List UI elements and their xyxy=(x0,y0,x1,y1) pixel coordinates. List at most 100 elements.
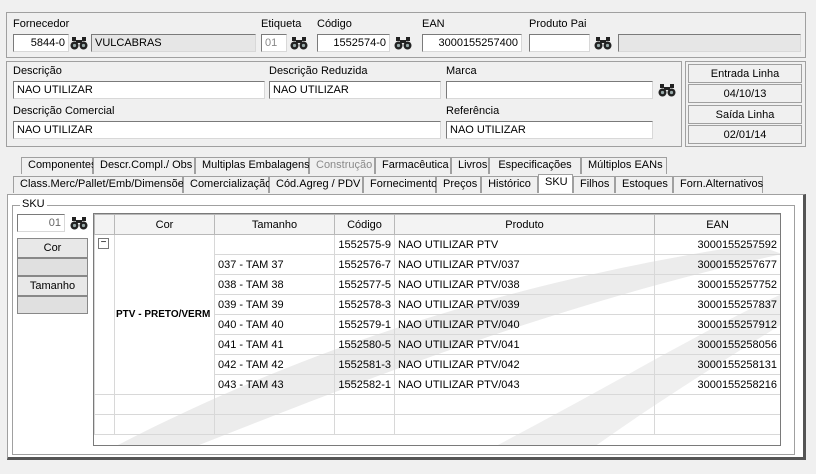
tab-upper-1[interactable]: Descr.Compl./ Obs xyxy=(93,157,195,174)
cell-ean: 3000155258216 xyxy=(654,374,780,395)
tab-upper-2[interactable]: Multiplas Embalagens xyxy=(195,157,310,174)
cell-codigo: 1552582-1 xyxy=(334,374,395,395)
tamanho-button[interactable]: Tamanho xyxy=(17,276,88,296)
col-header-tamanho[interactable]: Tamanho xyxy=(214,214,335,235)
referencia-field[interactable]: NAO UTILIZAR xyxy=(446,121,653,139)
expand-cell: − xyxy=(94,234,115,255)
empty-cell xyxy=(114,394,215,415)
fornecedor-code-field[interactable]: 5844-0 xyxy=(13,34,69,52)
empty-cell xyxy=(654,414,780,435)
binoculars-icon[interactable] xyxy=(70,215,88,231)
cell-codigo: 1552580-5 xyxy=(334,334,395,355)
produto-pai-label: Produto Pai xyxy=(529,18,587,30)
cell-ean: 3000155257752 xyxy=(654,274,780,295)
fornecedor-label: Fornecedor xyxy=(13,18,70,30)
table-row[interactable]: − PTV - PRETO/VERM 1552575-9 NAO UTILIZAR P… xyxy=(94,234,780,395)
col-header-codigo[interactable]: Código xyxy=(334,214,395,235)
descricao-comercial-field[interactable]: NAO UTILIZAR xyxy=(13,121,441,139)
cell-tamanho: 042 - TAM 42 xyxy=(214,354,335,375)
binoculars-icon[interactable] xyxy=(70,35,88,51)
expand-cell xyxy=(94,314,115,335)
tab-upper-5[interactable]: Livros xyxy=(451,157,489,174)
produto-pai-field[interactable] xyxy=(529,34,590,52)
cell-produto: NAO UTILIZAR PTV/037 xyxy=(394,254,655,275)
cell-codigo: 1552577-5 xyxy=(334,274,395,295)
cell-ean: 3000155258131 xyxy=(654,354,780,375)
tab-lower-2[interactable]: Cód.Agreg / PDV xyxy=(269,176,363,193)
entrada-linha-label: Entrada Linha xyxy=(688,64,802,83)
cell-produto: NAO UTILIZAR PTV/042 xyxy=(394,354,655,375)
binoculars-icon[interactable] xyxy=(658,82,676,98)
sku-input[interactable]: 01 xyxy=(17,214,65,232)
tab-lower-8[interactable]: Estoques xyxy=(615,176,673,193)
descricao-field[interactable]: NAO UTILIZAR xyxy=(13,81,265,99)
fornecedor-name-field: VULCABRAS xyxy=(91,34,256,52)
tab-lower-1[interactable]: Comercialização xyxy=(183,176,271,193)
cell-tamanho: 041 - TAM 41 xyxy=(214,334,335,355)
marca-label: Marca xyxy=(446,65,477,77)
binoculars-icon[interactable] xyxy=(594,35,612,51)
expand-cell xyxy=(94,334,115,355)
descricao-label: Descrição xyxy=(13,65,62,77)
cell-produto: NAO UTILIZAR PTV/039 xyxy=(394,294,655,315)
empty-cell xyxy=(214,414,335,435)
saida-linha-value: 02/01/14 xyxy=(688,125,802,144)
cell-tamanho: 038 - TAM 38 xyxy=(214,274,335,295)
tab-lower-5[interactable]: Histórico xyxy=(481,176,538,193)
expand-cell xyxy=(94,354,115,375)
table-row[interactable] xyxy=(94,394,780,415)
cell-ean: 3000155257837 xyxy=(654,294,780,315)
binoculars-icon[interactable] xyxy=(290,35,308,51)
marca-field[interactable] xyxy=(446,81,653,99)
codigo-field[interactable]: 1552574-0 xyxy=(317,34,390,52)
sku-group-label: SKU xyxy=(20,198,47,210)
produto-pai-desc-field xyxy=(618,34,801,52)
tab-lower-0[interactable]: Class.Merc/Pallet/Emb/Dimensões xyxy=(13,176,189,193)
empty-cell xyxy=(94,394,115,415)
entrada-linha-value: 04/10/13 xyxy=(688,84,802,103)
tab-upper-7[interactable]: Múltiplos EANs xyxy=(581,157,667,174)
expand-cell xyxy=(94,374,115,395)
tab-lower-7[interactable]: Filhos xyxy=(573,176,615,193)
empty-cell xyxy=(334,394,395,415)
ean-field[interactable]: 3000155257400 xyxy=(422,34,522,52)
tab-lower-4[interactable]: Preços xyxy=(436,176,481,193)
tab-lower-3[interactable]: Fornecimento xyxy=(363,176,437,193)
tab-lower-6[interactable]: SKU xyxy=(538,174,573,193)
col-header-cor[interactable]: Cor xyxy=(114,214,215,235)
cell-ean: 3000155257677 xyxy=(654,254,780,275)
cell-codigo: 1552579-1 xyxy=(334,314,395,335)
cell-produto: NAO UTILIZAR PTV/041 xyxy=(394,334,655,355)
tab-lower-9[interactable]: Forn.Alternativos xyxy=(673,176,763,193)
empty-cell xyxy=(654,394,780,415)
tab-upper-4[interactable]: Farmacêutica xyxy=(375,157,451,174)
cell-codigo: 1552581-3 xyxy=(334,354,395,375)
sku-grid: Cor Tamanho Código Produto EAN − PTV - PR… xyxy=(93,213,781,446)
cell-tamanho: 037 - TAM 37 xyxy=(214,254,335,275)
tab-upper-3[interactable]: Construção xyxy=(309,157,375,174)
descricao-reduzida-label: Descrição Reduzida xyxy=(269,65,368,77)
cor-spacer xyxy=(17,258,88,276)
collapse-toggle-icon[interactable]: − xyxy=(98,238,109,249)
cell-tamanho xyxy=(214,234,335,255)
cell-tamanho: 039 - TAM 39 xyxy=(214,294,335,315)
cell-tamanho: 043 - TAM 43 xyxy=(214,374,335,395)
table-row[interactable] xyxy=(94,414,780,435)
col-header-ean[interactable]: EAN xyxy=(654,214,780,235)
empty-cell xyxy=(394,414,655,435)
empty-cell xyxy=(114,414,215,435)
tab-upper-6[interactable]: Especificações xyxy=(489,157,581,174)
etiqueta-field[interactable]: 01 xyxy=(261,34,287,52)
col-header-produto[interactable]: Produto xyxy=(394,214,655,235)
cell-ean: 3000155257912 xyxy=(654,314,780,335)
referencia-label: Referência xyxy=(446,105,500,117)
tab-upper-0[interactable]: Componentes xyxy=(21,157,97,174)
cell-tamanho: 040 - TAM 40 xyxy=(214,314,335,335)
grid-header-row: Cor Tamanho Código Produto EAN xyxy=(94,214,780,235)
cor-button[interactable]: Cor xyxy=(17,238,88,258)
binoculars-icon[interactable] xyxy=(394,35,412,51)
empty-cell xyxy=(214,394,335,415)
expand-cell xyxy=(94,254,115,275)
empty-cell xyxy=(94,414,115,435)
descricao-reduzida-field[interactable]: NAO UTILIZAR xyxy=(269,81,441,99)
